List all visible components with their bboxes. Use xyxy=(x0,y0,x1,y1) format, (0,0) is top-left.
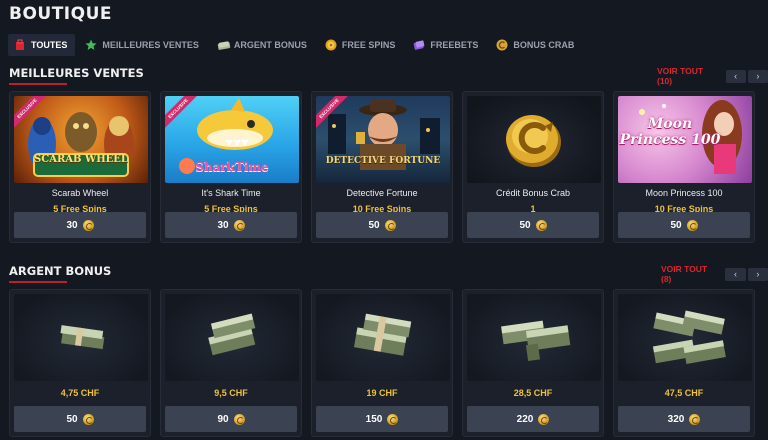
bonus-amount: 47,5 CHF xyxy=(664,388,704,398)
crab-coin-icon xyxy=(535,219,547,231)
product-card[interactable]: Crédit Bonus Crab 1 50 xyxy=(462,91,604,243)
bonus-money-row: 4,75 CHF 50 9,5 CHF 90 19 CHF 150 28,5 C… xyxy=(9,289,764,437)
product-card[interactable]: 28,5 CHF 220 xyxy=(462,289,604,437)
price-value: 90 xyxy=(217,413,229,425)
buy-button[interactable]: 90 xyxy=(165,406,297,432)
tab-bonus-money[interactable]: ARGENT BONUS xyxy=(211,34,315,56)
product-card[interactable]: 47,5 CHF 320 xyxy=(613,289,755,437)
page-title: BOUTIQUE xyxy=(9,4,113,24)
crab-coin-icon xyxy=(686,219,698,231)
product-card[interactable]: Moon Princess 100 Moon Princess 100 10 F… xyxy=(613,91,755,243)
buy-button[interactable]: 50 xyxy=(316,212,448,238)
tab-label: TOUTES xyxy=(31,40,68,50)
section-title-best-sellers: MEILLEURES VENTES xyxy=(9,66,144,85)
section-nav-bonus-money: VOIR TOUT (8) ‹ › xyxy=(661,264,768,284)
buy-button[interactable]: 50 xyxy=(618,212,750,238)
crab-coin-icon xyxy=(538,413,550,425)
crab-coin-icon xyxy=(689,413,701,425)
game-logo-text: DETECTIVE FORTUNE xyxy=(325,156,441,166)
bonus-amount: 19 CHF xyxy=(366,388,398,398)
best-sellers-row: SCARAB WHEEL EXCLUSIVE Scarab Wheel 5 Fr… xyxy=(9,91,764,243)
game-thumbnail-scarab-wheel: SCARAB WHEEL EXCLUSIVE xyxy=(14,96,148,183)
price-value: 30 xyxy=(217,219,229,231)
next-arrow-button[interactable]: › xyxy=(747,267,768,281)
tab-free-spins[interactable]: FREE SPINS xyxy=(319,34,404,56)
prev-arrow-button[interactable]: ‹ xyxy=(725,69,746,83)
tab-label: ARGENT BONUS xyxy=(233,40,307,50)
tab-label: BONUS CRAB xyxy=(513,40,575,50)
product-name: Detective Fortune xyxy=(346,188,418,198)
bonus-amount: 28,5 CHF xyxy=(513,388,553,398)
buy-button[interactable]: 150 xyxy=(316,406,448,432)
section-title-bonus-money: ARGENT BONUS xyxy=(9,264,111,283)
price-value: 30 xyxy=(66,219,78,231)
tab-label: FREE SPINS xyxy=(341,40,396,50)
bonus-amount: 4,75 CHF xyxy=(60,388,100,398)
tab-bonus-crab[interactable]: BONUS CRAB xyxy=(490,34,582,56)
category-tabs: TOUTES MEILLEURES VENTES ARGENT BONUS FR… xyxy=(8,34,586,56)
game-thumbnail-moon-princess: Moon Princess 100 xyxy=(618,96,752,183)
prev-arrow-button[interactable]: ‹ xyxy=(725,267,746,281)
freebets-icon xyxy=(413,39,425,51)
buy-button[interactable]: 320 xyxy=(618,406,750,432)
crab-coin-icon xyxy=(233,219,245,231)
free-spins-icon xyxy=(325,39,337,51)
cash-icon xyxy=(217,39,231,51)
game-logo-text: Moon Princess 100 xyxy=(619,116,721,148)
shop-icon xyxy=(14,39,26,51)
crab-coin-icon xyxy=(233,413,245,425)
cash-stack-image xyxy=(14,294,148,381)
cash-stack-image xyxy=(618,294,752,381)
game-logo-text: SharkTime xyxy=(195,160,269,174)
price-value: 150 xyxy=(365,413,383,425)
product-card[interactable]: 9,5 CHF 90 xyxy=(160,289,302,437)
buy-button[interactable]: 30 xyxy=(165,212,297,238)
product-name: Scarab Wheel xyxy=(51,188,109,198)
cash-stack-image xyxy=(467,294,601,381)
tab-label: MEILLEURES VENTES xyxy=(102,40,199,50)
price-value: 220 xyxy=(516,413,534,425)
tab-freebets[interactable]: FREEBETS xyxy=(407,34,486,56)
star-icon xyxy=(85,39,97,51)
buy-button[interactable]: 50 xyxy=(467,212,599,238)
product-card[interactable]: DETECTIVE FORTUNE EXCLUSIVE Detective Fo… xyxy=(311,91,453,243)
product-name: Crédit Bonus Crab xyxy=(495,188,571,198)
crab-coin-icon xyxy=(82,413,94,425)
game-logo-text: SCARAB WHEEL xyxy=(34,154,128,165)
product-card[interactable]: SCARAB WHEEL EXCLUSIVE Scarab Wheel 5 Fr… xyxy=(9,91,151,243)
bonus-amount: 9,5 CHF xyxy=(214,388,248,398)
buy-button[interactable]: 220 xyxy=(467,406,599,432)
product-name: It's Shark Time xyxy=(201,188,261,198)
next-arrow-button[interactable]: › xyxy=(747,69,768,83)
tab-label: FREEBETS xyxy=(430,40,479,50)
cash-stack-image xyxy=(316,294,450,381)
product-card[interactable]: 19 CHF 150 xyxy=(311,289,453,437)
see-all-link[interactable]: VOIR TOUT (10) xyxy=(657,66,716,86)
crab-coin-icon xyxy=(384,219,396,231)
buy-button[interactable]: 30 xyxy=(14,212,146,238)
tab-all[interactable]: TOUTES xyxy=(8,34,76,56)
price-value: 50 xyxy=(368,219,380,231)
price-value: 50 xyxy=(519,219,531,231)
cash-stack-image xyxy=(165,294,299,381)
crab-coin-icon xyxy=(496,39,508,51)
game-thumbnail-shark-time: SharkTime EXCLUSIVE xyxy=(165,96,299,183)
product-card[interactable]: 4,75 CHF 50 xyxy=(9,289,151,437)
product-card[interactable]: SharkTime EXCLUSIVE It's Shark Time 5 Fr… xyxy=(160,91,302,243)
tab-best-sellers[interactable]: MEILLEURES VENTES xyxy=(79,34,207,56)
see-all-link[interactable]: VOIR TOUT (8) xyxy=(661,264,715,284)
crab-coin-image xyxy=(467,96,601,183)
price-value: 50 xyxy=(66,413,78,425)
section-nav-best-sellers: VOIR TOUT (10) ‹ › xyxy=(657,66,768,86)
price-value: 50 xyxy=(670,219,682,231)
crab-coin-icon xyxy=(387,413,399,425)
buy-button[interactable]: 50 xyxy=(14,406,146,432)
product-name: Moon Princess 100 xyxy=(645,188,723,198)
price-value: 320 xyxy=(667,413,685,425)
game-thumbnail-detective-fortune: DETECTIVE FORTUNE EXCLUSIVE xyxy=(316,96,450,183)
crab-coin-icon xyxy=(82,219,94,231)
